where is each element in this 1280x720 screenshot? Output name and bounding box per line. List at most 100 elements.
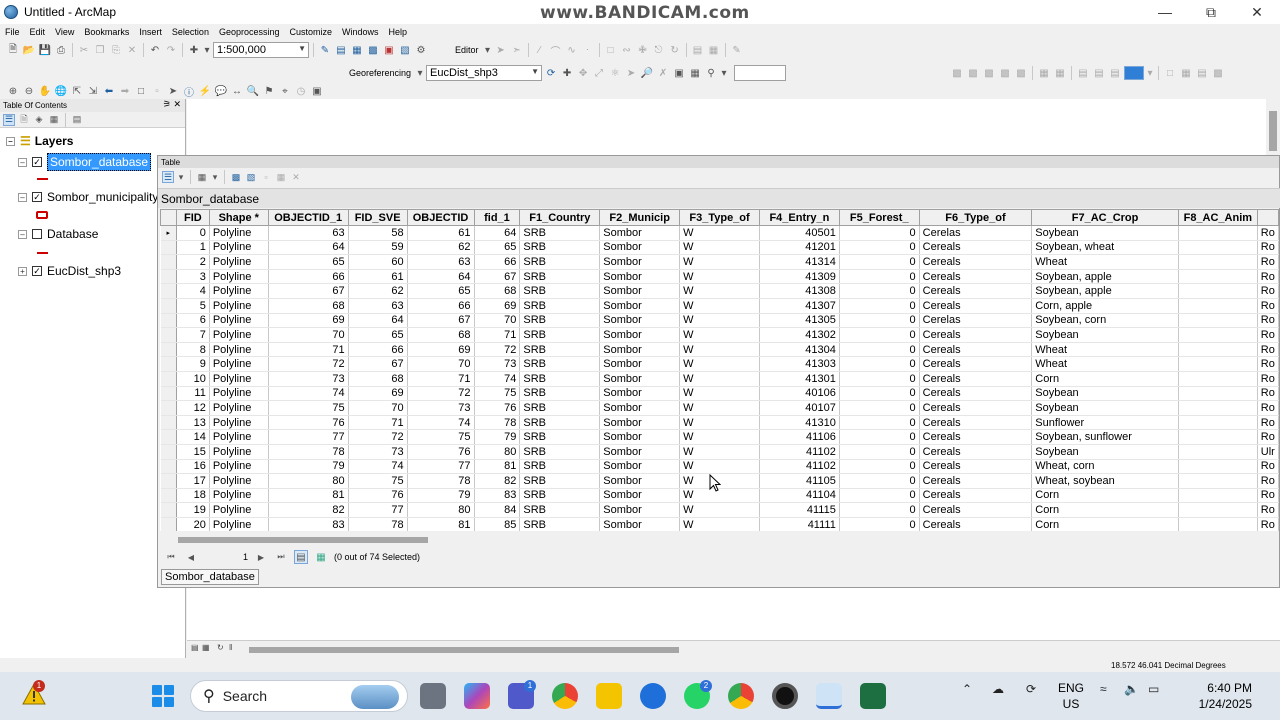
table-cell[interactable]: 68	[474, 283, 521, 299]
hyperlink-icon[interactable]: ⚡	[198, 84, 212, 98]
table-cell[interactable]	[1178, 429, 1258, 445]
rotate-icon[interactable]: ↻	[668, 43, 682, 57]
menu-windows[interactable]: Windows	[342, 27, 379, 37]
table-cell[interactable]: 41301	[759, 371, 840, 387]
table-cell[interactable]: Polyline	[209, 415, 269, 431]
table-cell[interactable]: Soybean	[1031, 225, 1179, 241]
table-cell[interactable]: 79	[407, 488, 475, 504]
row-selector[interactable]	[160, 254, 177, 270]
cut-polygons-icon[interactable]: ✙	[636, 43, 650, 57]
layout-fill-color-icon[interactable]: ▤	[1108, 66, 1122, 80]
viewer-icon[interactable]: ▣	[672, 66, 686, 80]
table-cell[interactable]: 69	[348, 386, 408, 402]
table-cell[interactable]: 77	[268, 429, 349, 445]
column-header[interactable]: Shape *	[208, 209, 269, 226]
table-cell[interactable]: 72	[348, 429, 408, 445]
magnifier-dropdown-icon[interactable]: ▾	[720, 66, 728, 80]
collapse-icon[interactable]: –	[18, 229, 27, 239]
copilot-icon[interactable]	[464, 683, 490, 709]
find-route-icon[interactable]: ⚑	[262, 84, 276, 98]
table-cell[interactable]: 41307	[759, 298, 840, 314]
table-cell[interactable]: 0	[839, 502, 920, 518]
collapse-icon[interactable]: –	[18, 157, 27, 167]
table-cell[interactable]: 72	[474, 342, 521, 358]
table-cell[interactable]: Ro	[1257, 240, 1279, 256]
color-swatch-icon[interactable]	[1124, 66, 1144, 80]
table-cell[interactable]: 64	[474, 225, 521, 241]
table-cell[interactable]: 0	[839, 240, 920, 256]
select-link-icon[interactable]: ➤	[624, 66, 638, 80]
arcmap-taskbar-icon[interactable]	[816, 683, 842, 709]
table-cell[interactable]: 41302	[759, 327, 840, 343]
layout-view-icon[interactable]: ▦	[202, 643, 210, 652]
layer-visibility-checkbox[interactable]: ✓	[32, 266, 42, 276]
table-row[interactable]: 19 Polyline 82 77 80 84 SRB Sombor W 41115 0 Cereal…	[160, 502, 1279, 518]
map-scale-combo[interactable]: 1:500,000 ▼	[213, 42, 309, 58]
table-cell[interactable]: 59	[348, 240, 408, 256]
table-cell[interactable]: SRB	[519, 225, 601, 241]
table-row[interactable]: 8 Polyline 71 66 69 72 SRB Sombor W 41304 0 Cereals…	[160, 342, 1279, 358]
table-cell[interactable]: Cereals	[919, 283, 1033, 299]
table-cell[interactable]: 82	[474, 473, 521, 489]
table-cell[interactable]: Ro	[1257, 400, 1279, 416]
table-cell[interactable]: 0	[839, 269, 920, 285]
layout-group-icon[interactable]: ▦	[1037, 66, 1051, 80]
table-cell[interactable]: Sombor	[599, 371, 681, 387]
table-cell[interactable]: SRB	[519, 356, 601, 372]
table-cell[interactable]: 67	[268, 283, 349, 299]
layout-table-icon[interactable]: ▦	[1179, 66, 1193, 80]
table-cell[interactable]: 0	[839, 313, 920, 329]
reshape-icon[interactable]: ∾	[620, 43, 634, 57]
list-by-visibility-icon[interactable]: ◈	[33, 114, 45, 126]
table-row[interactable]: 20 Polyline 83 78 81 85 SRB Sombor W 41111 0 Cereal…	[160, 517, 1279, 531]
straight-segment-icon[interactable]: ∕	[533, 43, 547, 57]
table-cell[interactable]: 66	[474, 254, 521, 270]
collapse-icon[interactable]: –	[18, 192, 27, 202]
row-selector[interactable]	[160, 371, 177, 387]
table-cell[interactable]: Polyline	[209, 327, 269, 343]
table-cell[interactable]: 41102	[759, 459, 840, 475]
table-cell[interactable]: SRB	[519, 488, 601, 504]
table-cell[interactable]: Cerelas	[919, 313, 1033, 329]
table-cell[interactable]: SRB	[519, 371, 601, 387]
table-cell[interactable]: Cereals	[919, 298, 1033, 314]
table-cell[interactable]: SRB	[519, 386, 601, 402]
table-cell[interactable]: 75	[268, 400, 349, 416]
georeferencing-menu[interactable]: Georeferencing	[349, 68, 411, 78]
table-cell[interactable]: 72	[407, 386, 475, 402]
table-row[interactable]: 13 Polyline 76 71 74 78 SRB Sombor W 41310 0 Cereal…	[160, 415, 1279, 431]
select-by-attributes-icon[interactable]: ▩	[230, 171, 242, 183]
table-cell[interactable]: 0	[839, 429, 920, 445]
identify-icon[interactable]: ⓘ	[182, 84, 196, 99]
table-cell[interactable]: Ro	[1257, 356, 1279, 372]
row-selector[interactable]	[160, 240, 177, 256]
cut-icon[interactable]: ✂	[77, 43, 91, 57]
table-cell[interactable]: 78	[348, 517, 408, 531]
column-header[interactable]: F4_Entry_n	[758, 209, 840, 226]
table-cell[interactable]: 76	[348, 488, 408, 504]
table-cell[interactable]	[1178, 517, 1258, 531]
table-cell[interactable]: Polyline	[209, 269, 269, 285]
time-slider-icon[interactable]: ◷	[294, 84, 308, 98]
rotate-raster-icon[interactable]: ⟳	[544, 66, 558, 80]
table-cell[interactable]: 20	[176, 517, 210, 531]
zoom-to-selected-icon[interactable]: ▦	[275, 171, 287, 183]
edit-vertices-icon[interactable]: □	[604, 43, 618, 57]
collapse-icon[interactable]: –	[6, 136, 15, 146]
create-features-icon[interactable]: ✎	[730, 43, 744, 57]
row-selector[interactable]	[160, 327, 177, 343]
table-cell[interactable]: W	[679, 225, 760, 241]
table-cell[interactable]: 61	[348, 269, 408, 285]
table-cell[interactable]: 0	[839, 386, 920, 402]
previous-record-icon[interactable]: ◀	[184, 550, 198, 564]
column-header[interactable]: F6_Type_of	[918, 209, 1033, 226]
table-cell[interactable]: W	[679, 400, 760, 416]
table-cell[interactable]: 73	[268, 371, 349, 387]
table-cell[interactable]: Ro	[1257, 415, 1279, 431]
open-folder-icon[interactable]: 📂	[22, 43, 36, 57]
row-selector[interactable]	[160, 313, 177, 329]
table-cell[interactable]: Soybean	[1031, 400, 1179, 416]
table-cell[interactable]: Cereals	[919, 240, 1033, 256]
table-cell[interactable]: Cereals	[919, 342, 1033, 358]
table-cell[interactable]: W	[679, 240, 760, 256]
